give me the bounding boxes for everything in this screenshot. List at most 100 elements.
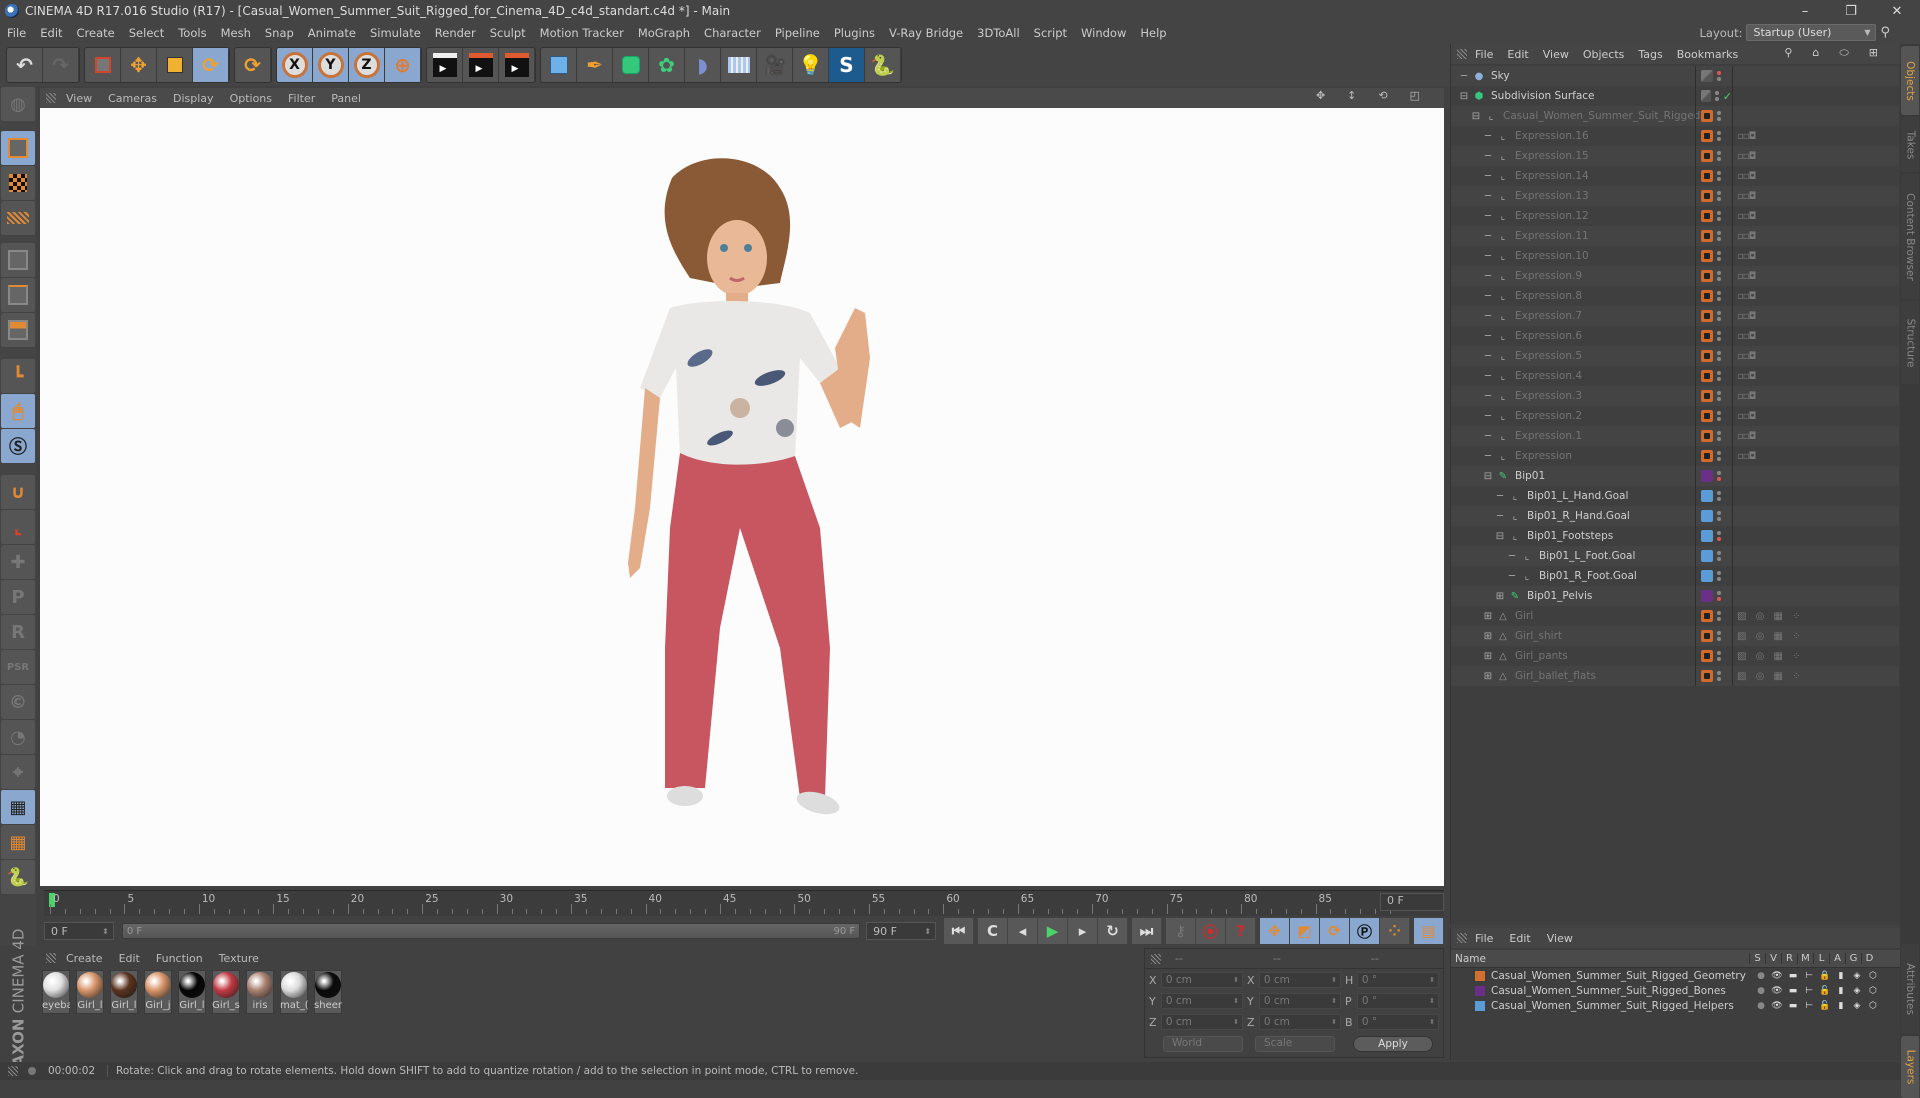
object-row[interactable]: ⊞ ✎ Bip01_Pelvis — [1451, 586, 1899, 606]
objects-menu-edit[interactable]: Edit — [1507, 48, 1528, 61]
material-swatch[interactable]: eyeba — [42, 970, 70, 1014]
layout-dropdown[interactable]: Startup (User) ▼ — [1746, 24, 1877, 41]
rotation-field[interactable]: 0 ° ⬍ — [1356, 993, 1439, 1009]
layer-row[interactable]: Casual_Women_Summer_Suit_Rigged_Helpers ●… — [1451, 998, 1900, 1013]
record-pla-button[interactable]: ⁘ — [1380, 918, 1411, 944]
layer-column-s[interactable]: S — [1749, 953, 1765, 964]
next-key-button[interactable]: ↻ — [1098, 918, 1129, 944]
record-scale-button[interactable]: ◩ — [1290, 918, 1321, 944]
expression-tag-icon[interactable]: ▫▫◘ — [1737, 351, 1756, 362]
y-axis-lock-button[interactable]: Y — [313, 48, 349, 82]
object-row[interactable]: ─ ⌞ Bip01_R_Hand.Goal — [1451, 506, 1899, 526]
expand-toggle-icon[interactable]: ⊞ — [1483, 611, 1493, 622]
new-window-icon[interactable]: ⊞ — [1869, 46, 1878, 60]
position-field[interactable]: 0 cm ⬍ — [1160, 1014, 1243, 1030]
floor-button[interactable] — [721, 48, 757, 82]
lock-toggle-icon[interactable]: 🔓 — [1817, 1001, 1833, 1011]
expression-tag-icon[interactable]: ▫▫◘ — [1737, 211, 1756, 222]
manager-toggle-icon[interactable]: ⊢ — [1801, 986, 1817, 996]
menu-mesh[interactable]: Mesh — [214, 26, 258, 40]
object-row[interactable]: ─ ⌞ Expression.10 ▫▫◘ — [1451, 246, 1899, 266]
camera-button[interactable]: 🎥 — [757, 48, 793, 82]
menu-snap[interactable]: Snap — [258, 26, 301, 40]
lock-toggle-icon[interactable]: 🔓 — [1817, 986, 1833, 996]
object-row[interactable]: ⊟ ⬢ Subdivision Surface ✓ — [1451, 86, 1899, 106]
menu-v-ray-bridge[interactable]: V-Ray Bridge — [882, 26, 970, 40]
layer-lock-icon[interactable] — [1701, 410, 1713, 422]
workplane-mode-button[interactable] — [1, 201, 35, 235]
visibility-dots-icon[interactable] — [1717, 591, 1721, 601]
viewport-menu-cameras[interactable]: Cameras — [108, 92, 157, 105]
expression-tag-icon[interactable]: ▫▫◘ — [1737, 331, 1756, 342]
generators-toggle-icon[interactable]: ◈ — [1849, 971, 1865, 981]
menu-script[interactable]: Script — [1027, 26, 1074, 40]
record-position-button[interactable]: ✥ — [1260, 918, 1291, 944]
visibility-dots-icon[interactable] — [1717, 151, 1721, 161]
material-tags-icon[interactable]: ▨ ◎ ▦ ⁘ — [1737, 651, 1804, 662]
expression-tag-icon[interactable]: ▫▫◘ — [1737, 191, 1756, 202]
visibility-dots-icon[interactable] — [1717, 451, 1721, 461]
solo-toggle-icon[interactable]: ● — [1753, 971, 1769, 981]
visibility-dots-icon[interactable] — [1717, 251, 1721, 261]
material-tags-icon[interactable]: ▨ ◎ ▦ ⁘ — [1737, 631, 1804, 642]
visibility-dots-icon[interactable] — [1717, 671, 1721, 681]
panel-grip-icon[interactable] — [1457, 49, 1467, 59]
expression-tag-icon[interactable]: ▫▫◘ — [1737, 231, 1756, 242]
object-row[interactable]: ─ ⌞ Expression ▫▫◘ — [1451, 446, 1899, 466]
record-keys-button[interactable]: ⚷ — [1166, 918, 1197, 944]
menu-motion-tracker[interactable]: Motion Tracker — [533, 26, 631, 40]
key-point-button[interactable]: ⌖ — [1, 755, 35, 789]
home-icon[interactable]: ⌂ — [1812, 46, 1819, 60]
menu-mograph[interactable]: MoGraph — [631, 26, 697, 40]
edges-mode-button[interactable] — [1, 278, 35, 312]
next-frame-button[interactable]: ▸ — [1068, 918, 1099, 944]
visibility-dots-icon[interactable] — [1717, 391, 1721, 401]
layer-color-swatch[interactable] — [1701, 530, 1713, 542]
expression-tag-icon[interactable]: ▫▫◘ — [1737, 451, 1756, 462]
visibility-dots-icon[interactable] — [1717, 111, 1721, 121]
viewport-menu-display[interactable]: Display — [173, 92, 214, 105]
record-rotation-button[interactable]: ⟳ — [1320, 918, 1351, 944]
solo-button[interactable]: Ⓢ — [1, 429, 35, 463]
objects-menu-objects[interactable]: Objects — [1583, 48, 1625, 61]
horizontal-scrollbar[interactable] — [1450, 1062, 1900, 1080]
menu-edit[interactable]: Edit — [33, 26, 69, 40]
expand-toggle-icon[interactable]: ⊞ — [1495, 591, 1505, 602]
visibility-dots-icon[interactable] — [1717, 131, 1721, 141]
key-parameter-button[interactable]: © — [1, 685, 35, 719]
panel-grip-icon[interactable] — [1151, 954, 1161, 964]
animation-toggle-icon[interactable]: ▮ — [1833, 1001, 1849, 1011]
expression-tag-icon[interactable]: ▫▫◘ — [1737, 251, 1756, 262]
material-tags-icon[interactable]: ▨ ◎ ▦ ⁘ — [1737, 611, 1804, 622]
layer-color-swatch[interactable] — [1701, 590, 1713, 602]
render-view-button[interactable] — [427, 48, 463, 82]
side-tab-objects[interactable]: Objects — [1901, 46, 1919, 115]
object-row[interactable]: ─ ⌞ Expression.3 ▫▫◘ — [1451, 386, 1899, 406]
workplane-button[interactable]: ⌞ — [1, 510, 35, 544]
move-tool-button[interactable]: ✥ — [121, 48, 157, 82]
object-row[interactable]: ⊞ △ Girl ▨ ◎ ▦ ⁘ — [1451, 606, 1899, 626]
layer-lock-icon[interactable] — [1701, 210, 1713, 222]
layer-lock-icon[interactable] — [1701, 330, 1713, 342]
rotate-view-icon[interactable]: ⟲ — [1378, 89, 1387, 102]
visibility-dots-icon[interactable] — [1717, 311, 1721, 321]
render-toggle-icon[interactable]: ▬ — [1785, 1001, 1801, 1011]
object-row[interactable]: ─ ⌞ Expression.5 ▫▫◘ — [1451, 346, 1899, 366]
visibility-dots-icon[interactable] — [1717, 71, 1721, 81]
layer-color-swatch[interactable] — [1475, 1000, 1485, 1011]
layer-lock-icon[interactable] — [1701, 610, 1713, 622]
expression-tag-icon[interactable]: ▫▫◘ — [1737, 171, 1756, 182]
object-row[interactable]: ─ ⌞ Expression.12 ▫▫◘ — [1451, 206, 1899, 226]
tweak-mode-button[interactable]: 🖱 — [1, 394, 35, 428]
visibility-dots-icon[interactable] — [1717, 571, 1721, 581]
axis-mode-button[interactable]: ┗ — [1, 359, 35, 393]
expression-tag-icon[interactable]: ▫▫◘ — [1737, 271, 1756, 282]
python-script-button[interactable]: 🐍 — [1, 860, 35, 894]
visibility-dots-icon[interactable] — [1717, 471, 1721, 481]
points-mode-button[interactable] — [1, 243, 35, 277]
visibility-dots-icon[interactable] — [1717, 511, 1721, 521]
render-settings-button[interactable] — [499, 48, 535, 82]
object-row[interactable]: ─ ⌞ Expression.15 ▫▫◘ — [1451, 146, 1899, 166]
light-button[interactable]: 💡 — [793, 48, 829, 82]
z-axis-lock-button[interactable]: Z — [349, 48, 385, 82]
